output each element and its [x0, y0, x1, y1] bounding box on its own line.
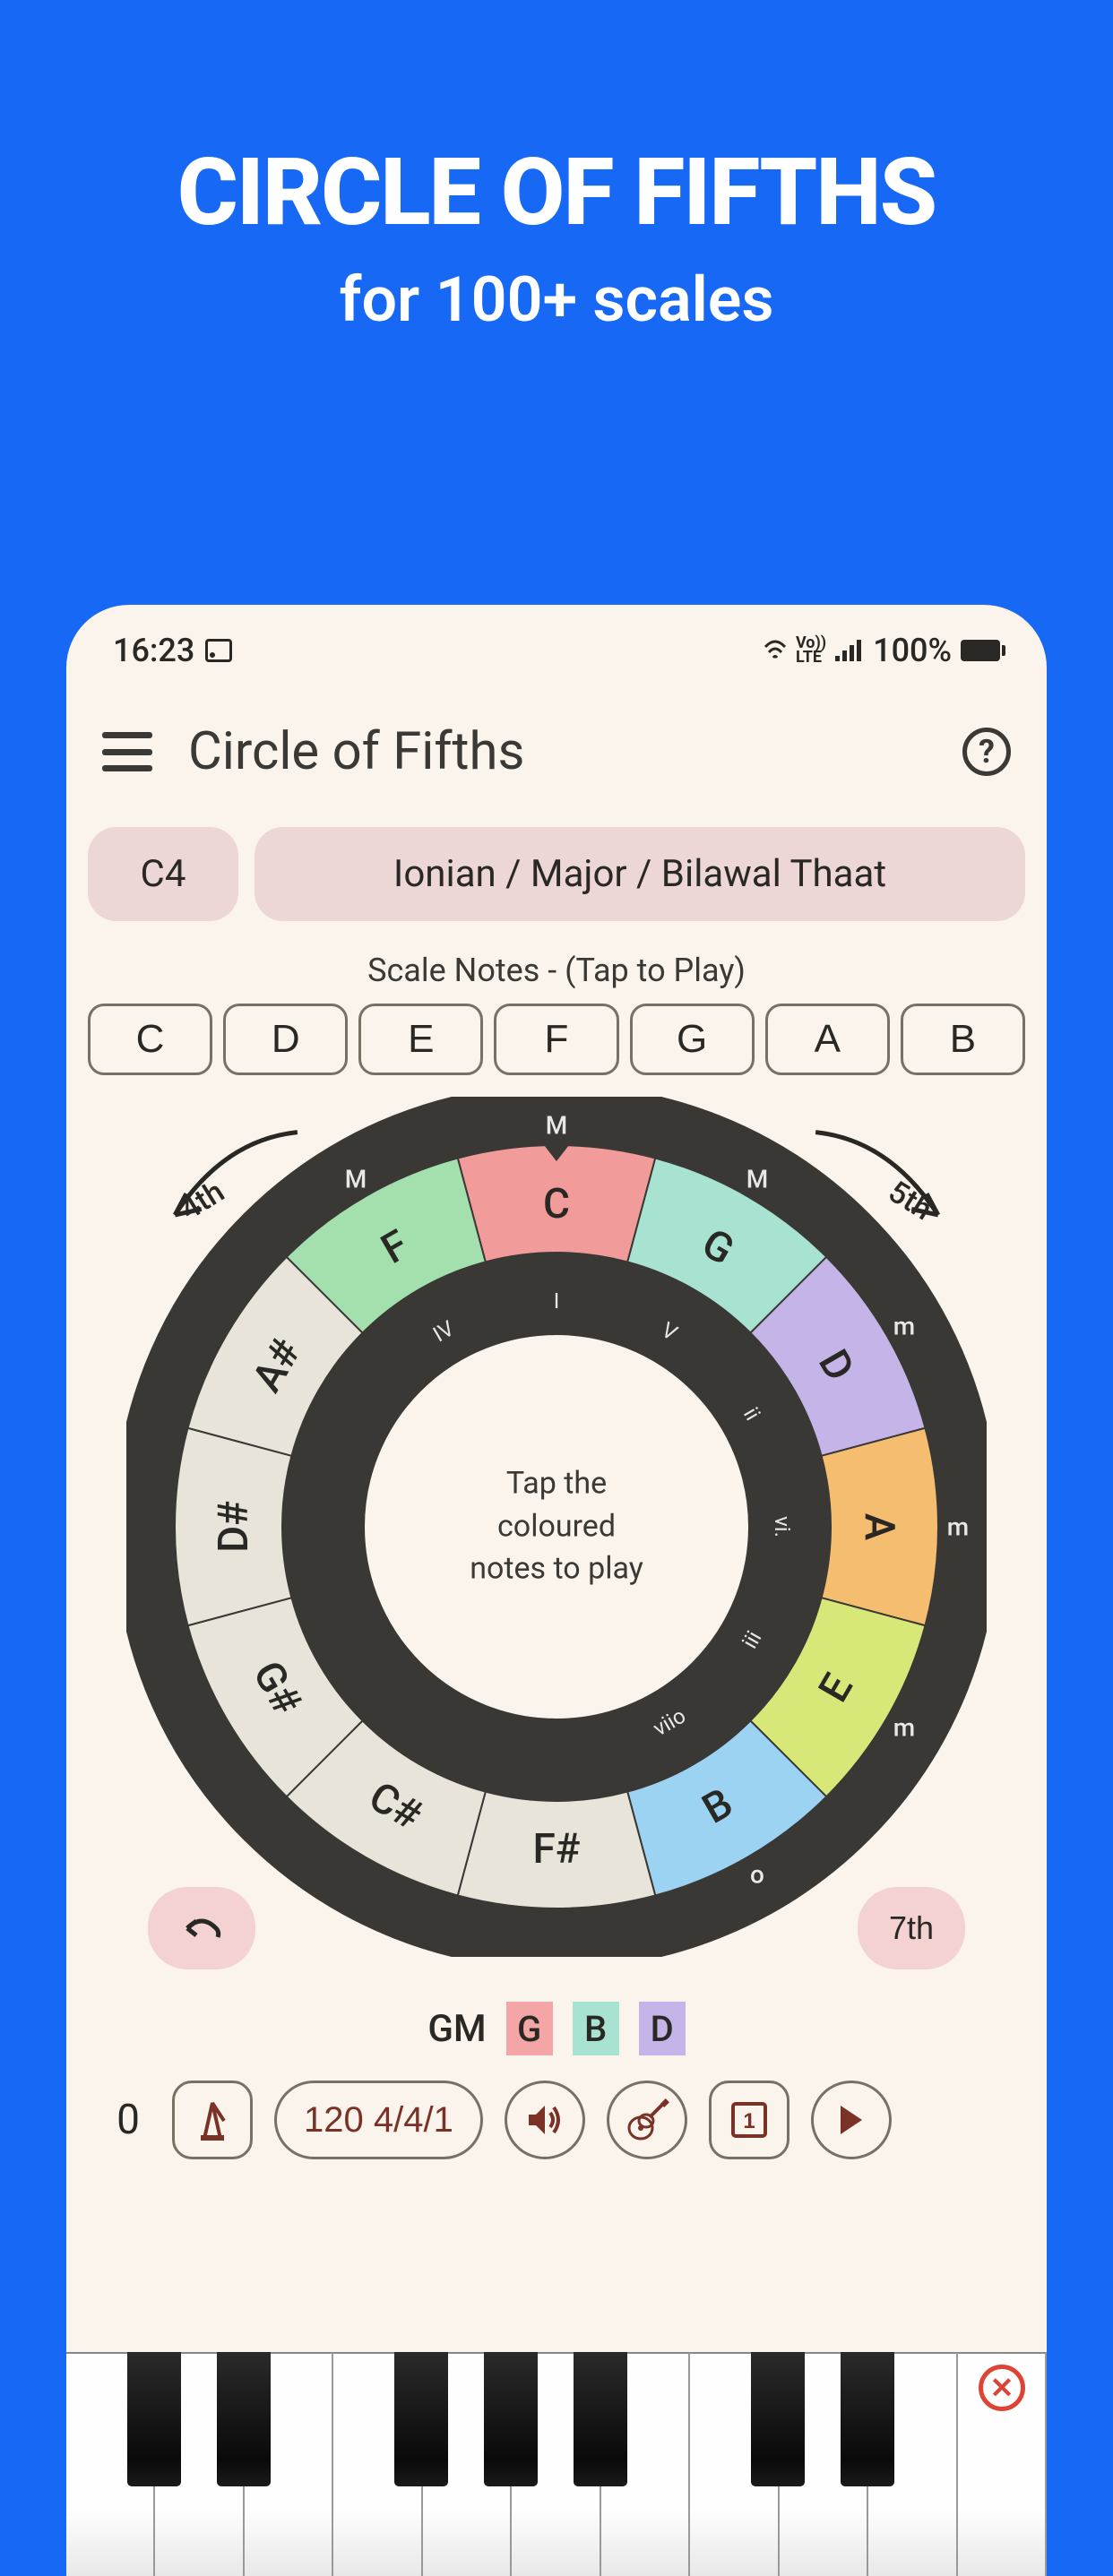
- guitar-icon: [625, 2098, 669, 2142]
- picture-icon: [205, 639, 232, 662]
- status-right: Vo))LTE 100%: [764, 632, 1000, 669]
- metronome-button[interactable]: [172, 2081, 253, 2159]
- hero-subtitle: for 100+ scales: [0, 263, 1113, 337]
- note-button[interactable]: A: [765, 1004, 890, 1075]
- play-icon: [837, 2104, 866, 2136]
- menu-icon[interactable]: [102, 732, 152, 771]
- notes-row: C D E F G A B: [66, 989, 1047, 1075]
- black-key[interactable]: [217, 2352, 271, 2486]
- wheel-quality-label: m: [947, 1512, 969, 1542]
- page-one-icon: 1: [729, 2100, 769, 2140]
- chord-display: GM G B D: [66, 2002, 1047, 2055]
- wheel-quality-label: M: [746, 1165, 769, 1194]
- bpm-button[interactable]: 120 4/4/1: [274, 2081, 483, 2159]
- note-button[interactable]: B: [901, 1004, 1025, 1075]
- play-button[interactable]: [811, 2081, 892, 2159]
- wheel-note-label[interactable]: C: [543, 1180, 570, 1228]
- wheel-quality-label: o: [750, 1859, 764, 1889]
- circle-of-fifths-wheel: 4th 5th MCIMGVmDiimAvi.mEiiioBviioF#C#G#…: [126, 1097, 987, 1957]
- note-button[interactable]: C: [88, 1004, 212, 1075]
- piano-keyboard[interactable]: ✕: [66, 2352, 1047, 2576]
- wheel-quality-label: M: [546, 1111, 568, 1141]
- black-key[interactable]: [484, 2352, 538, 2486]
- black-key[interactable]: [574, 2352, 627, 2486]
- app-header: Circle of Fifths ?: [66, 687, 1047, 807]
- black-key[interactable]: [841, 2352, 894, 2486]
- page-title: Circle of Fifths: [188, 721, 927, 782]
- wheel-center-text: Tap the coloured notes to play: [422, 1463, 691, 1591]
- wheel-roman-label: vi.: [770, 1516, 795, 1538]
- control-row: 0 120 4/4/1: [66, 2055, 1047, 2159]
- note-button[interactable]: D: [223, 1004, 348, 1075]
- wheel-note-label[interactable]: F#: [532, 1825, 580, 1874]
- signal-icon: [835, 640, 864, 661]
- wheel-note-label[interactable]: D#: [210, 1501, 258, 1553]
- black-key[interactable]: [394, 2352, 448, 2486]
- wheel-quality-label: m: [893, 1713, 915, 1743]
- status-time: 16:23: [113, 632, 194, 669]
- help-icon[interactable]: ?: [962, 728, 1011, 776]
- beat-count: 0: [106, 2096, 151, 2144]
- volume-icon: [525, 2102, 565, 2138]
- battery-icon: [961, 640, 1000, 661]
- note-button[interactable]: G: [630, 1004, 755, 1075]
- chord-tone: B: [573, 2002, 619, 2055]
- chord-name: GM: [427, 2007, 486, 2051]
- wheel-roman-label: I: [554, 1288, 560, 1314]
- volte-icon: Vo))LTE: [796, 636, 826, 665]
- wheel-quality-label: m: [893, 1312, 915, 1341]
- chord-tone: D: [639, 2002, 686, 2055]
- undo-button[interactable]: [148, 1887, 255, 1969]
- scale-notes-label: Scale Notes - (Tap to Play): [66, 952, 1047, 989]
- svg-text:1: 1: [743, 2109, 755, 2133]
- black-key[interactable]: [751, 2352, 805, 2486]
- status-left: 16:23: [113, 632, 232, 669]
- volume-button[interactable]: [505, 2081, 585, 2159]
- device-frame: 16:23 Vo))LTE 100% Circle of Fifths ? C4…: [66, 605, 1047, 2576]
- key-chip[interactable]: C4: [88, 827, 238, 921]
- wifi-icon: [764, 640, 787, 661]
- chord-tone: G: [506, 2002, 553, 2055]
- undo-icon: [180, 1912, 223, 1944]
- note-button[interactable]: E: [358, 1004, 483, 1075]
- battery-percent: 100%: [873, 632, 952, 669]
- scale-chip[interactable]: Ionian / Major / Bilawal Thaat: [255, 827, 1025, 921]
- close-piano-button[interactable]: ✕: [979, 2365, 1025, 2411]
- instrument-button[interactable]: [607, 2081, 687, 2159]
- wheel-note-label[interactable]: A: [855, 1513, 903, 1541]
- hero-title: CIRCLE OF FIFTHS: [0, 139, 1113, 247]
- page-one-button[interactable]: 1: [709, 2081, 789, 2159]
- metronome-icon: [192, 2098, 233, 2142]
- chip-row: C4 Ionian / Major / Bilawal Thaat: [66, 807, 1047, 921]
- wheel-quality-label: M: [345, 1165, 367, 1194]
- status-bar: 16:23 Vo))LTE 100%: [66, 605, 1047, 687]
- note-button[interactable]: F: [494, 1004, 618, 1075]
- seventh-button[interactable]: 7th: [858, 1887, 965, 1969]
- black-key[interactable]: [127, 2352, 181, 2486]
